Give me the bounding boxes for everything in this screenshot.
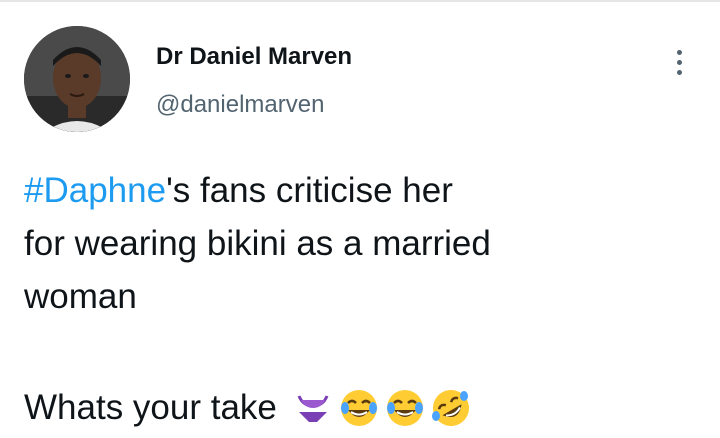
more-options-button[interactable] xyxy=(664,42,694,82)
tweet-line-3: woman xyxy=(24,277,137,316)
tweet-line-2: for wearing bikini as a married xyxy=(24,224,491,263)
avatar[interactable] xyxy=(24,26,130,132)
more-vertical-icon xyxy=(676,49,682,55)
top-divider xyxy=(0,0,720,2)
more-vertical-icon-dot xyxy=(676,69,682,75)
more-vertical-icon-dot xyxy=(676,59,682,65)
face-with-tears-of-joy-emoji xyxy=(339,388,379,428)
tweet-text: #Daphne's fans criticise her for wearing… xyxy=(24,164,664,323)
emoji-row xyxy=(293,388,471,428)
author-handle[interactable]: @danielmarven xyxy=(156,90,324,120)
tweet-line-1-rest: 's fans criticise her xyxy=(166,171,453,210)
author-display-name[interactable]: Dr Daniel Marven xyxy=(156,42,352,72)
tweet-question-text: Whats your take xyxy=(24,388,277,427)
bikini-emoji xyxy=(293,388,333,428)
hashtag-link[interactable]: #Daphne xyxy=(24,171,166,210)
tweet-question-line: Whats your take xyxy=(24,381,471,434)
rolling-on-the-floor-laughing-emoji xyxy=(431,388,471,428)
tweet-line-1: #Daphne's fans criticise her xyxy=(24,164,664,217)
face-with-tears-of-joy-emoji xyxy=(385,388,425,428)
